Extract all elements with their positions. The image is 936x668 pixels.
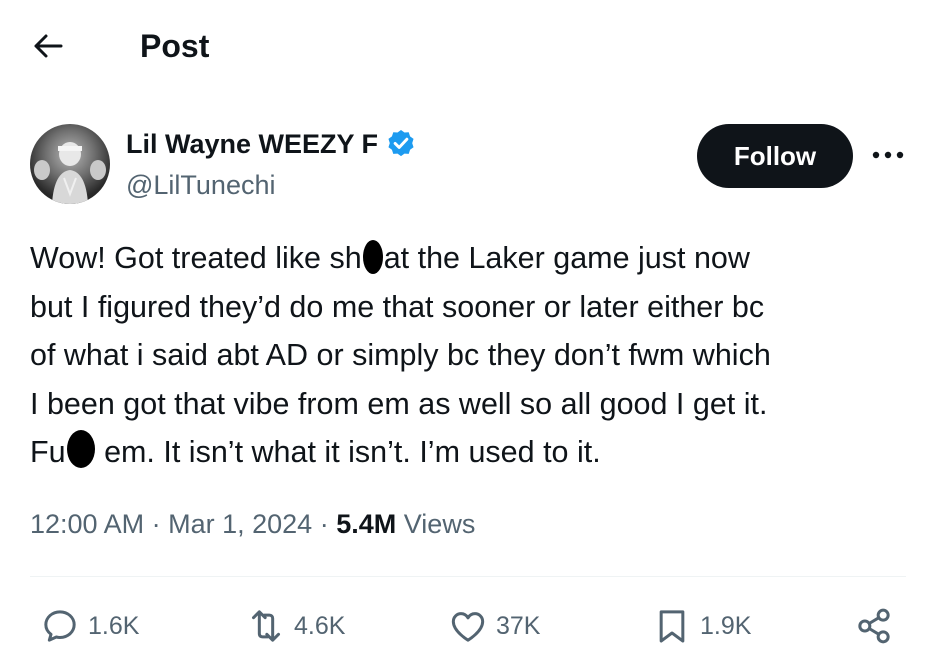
repost-count: 4.6K: [294, 611, 346, 640]
arrow-left-icon: [34, 34, 63, 58]
heart-icon: [451, 612, 485, 642]
reply-count: 1.6K: [88, 611, 140, 640]
tweet-text: Wow! Got treated like sh at the Laker gam…: [30, 234, 910, 477]
meta-separator: ·: [319, 509, 329, 539]
tweet-text-segment: at the Laker game just now: [383, 241, 750, 275]
views-label: Views: [403, 509, 476, 539]
share-icon: [858, 608, 890, 644]
bookmark-icon: [659, 610, 685, 643]
follow-button[interactable]: Follow: [697, 124, 853, 188]
censor-blot: [66, 430, 95, 468]
share-button[interactable]: [854, 604, 894, 648]
top-bar: Post: [0, 0, 936, 92]
tweet-text-segment: em. It isn’t what it isn’t. I’m used to …: [95, 435, 601, 469]
meta-separator: ·: [151, 509, 161, 539]
like-count: 37K: [496, 611, 541, 640]
more-options-button[interactable]: [866, 140, 910, 170]
tweet-text-segment: but I figured they’d do me that sooner o…: [30, 289, 765, 324]
like-button[interactable]: 37K: [448, 604, 540, 648]
tweet-time[interactable]: 12:00 AM: [30, 509, 144, 539]
bookmark-count: 1.9K: [700, 611, 752, 640]
tweet-date[interactable]: Mar 1, 2024: [168, 509, 312, 539]
repost-icon: [252, 610, 280, 642]
reply-button[interactable]: 1.6K: [40, 604, 139, 648]
page-title: Post: [140, 28, 210, 64]
verified-badge-icon: [385, 128, 417, 160]
avatar[interactable]: [30, 124, 110, 204]
more-dots-icon: [872, 151, 904, 159]
tweet-text-segment: of what i said abt AD or simply bc they …: [30, 338, 771, 372]
repost-button[interactable]: 4.6K: [246, 604, 345, 648]
back-button[interactable]: [26, 26, 70, 66]
tweet-metadata: 12:00 AM · Mar 1, 2024 · 5.4M Views: [30, 505, 475, 543]
author-name[interactable]: Lil Wayne WEEZY F: [126, 126, 417, 162]
views-count: 5.4M: [336, 509, 397, 539]
tweet-text-segment: Wow! Got treated like sh: [30, 241, 362, 275]
tweet-text-segment: I been got that vibe from em as well so …: [30, 386, 768, 421]
reply-icon: [44, 610, 76, 642]
avatar-image: [34, 142, 106, 204]
author-name-text: Lil Wayne WEEZY F: [126, 129, 379, 159]
censor-blot: [362, 240, 383, 274]
tweet-text-segment: Fu: [30, 435, 66, 469]
bookmark-button[interactable]: 1.9K: [652, 604, 751, 648]
author-handle[interactable]: @LilTunechi: [126, 168, 275, 202]
divider: [30, 576, 906, 577]
